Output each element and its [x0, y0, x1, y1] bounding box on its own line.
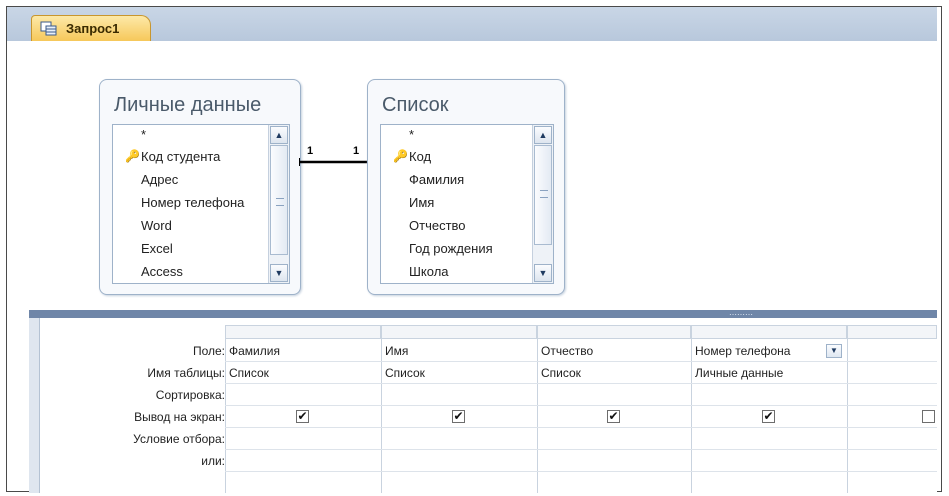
- scroll-thumb[interactable]: [270, 145, 288, 255]
- table-design-area: Личные данные * 🔑 Код студента Адрес Ном…: [7, 41, 937, 311]
- grid-column-divider: [847, 339, 848, 493]
- field-cell[interactable]: Номер телефона: [695, 344, 790, 358]
- primary-key-icon: 🔑: [393, 149, 408, 163]
- row-label-criteria: Условие отбора:: [133, 432, 225, 446]
- field-list-scrollbar[interactable]: ▲ ▼: [532, 125, 553, 283]
- column-selector[interactable]: [225, 325, 381, 339]
- field-item[interactable]: Access: [141, 264, 183, 279]
- scroll-up-icon[interactable]: ▲: [270, 126, 288, 144]
- table-cell[interactable]: Список: [385, 366, 425, 380]
- field-cell[interactable]: Имя: [385, 344, 408, 358]
- column-selector[interactable]: [381, 325, 537, 339]
- field-item[interactable]: Код студента: [141, 149, 220, 164]
- scroll-thumb[interactable]: [534, 145, 552, 245]
- tab-label: Запрос1: [66, 21, 120, 36]
- field-item[interactable]: Excel: [141, 241, 173, 256]
- field-item[interactable]: Имя: [409, 195, 434, 210]
- relationship-one-label: 1: [307, 145, 314, 157]
- field-item[interactable]: Отчество: [409, 218, 466, 233]
- table-box-personal-data[interactable]: Личные данные * 🔑 Код студента Адрес Ном…: [99, 79, 301, 295]
- show-checkbox[interactable]: ✔: [762, 410, 775, 423]
- scroll-up-icon[interactable]: ▲: [534, 126, 552, 144]
- table-cell[interactable]: Список: [229, 366, 269, 380]
- column-selector[interactable]: [537, 325, 691, 339]
- relationship-one-label: 1: [353, 145, 360, 157]
- grid-column-divider: [225, 339, 226, 493]
- relationship-line[interactable]: [299, 157, 369, 167]
- show-checkbox[interactable]: ✔: [452, 410, 465, 423]
- field-list: * 🔑 Код студента Адрес Номер телефона Wo…: [112, 124, 290, 284]
- query-design-grid: Поле: Имя таблицы: Сортировка: Вывод на …: [29, 318, 937, 493]
- tab-query1[interactable]: Запрос1: [31, 15, 151, 41]
- row-label-table: Имя таблицы:: [147, 366, 225, 380]
- table-title: Список: [382, 94, 449, 116]
- document-tab-strip: Запрос1: [7, 7, 937, 42]
- field-list: * 🔑 Код Фамилия Имя Отчество Год рождени…: [380, 124, 554, 284]
- show-checkbox[interactable]: ✔: [296, 410, 309, 423]
- field-item[interactable]: *: [141, 127, 146, 142]
- query-designer-window: Запрос1 Личные данные * 🔑 Код студента А…: [6, 6, 942, 493]
- field-list-scrollbar[interactable]: ▲ ▼: [268, 125, 289, 283]
- pane-splitter[interactable]: ⋯⋯⋯: [29, 310, 937, 319]
- query-icon: [40, 21, 57, 35]
- chevron-down-icon[interactable]: ▼: [826, 344, 842, 358]
- scroll-down-icon[interactable]: ▼: [534, 264, 552, 282]
- field-item[interactable]: Word: [141, 218, 172, 233]
- row-label-show: Вывод на экран:: [134, 410, 225, 424]
- table-title: Личные данные: [114, 94, 262, 116]
- field-item[interactable]: Фамилия: [409, 172, 464, 187]
- show-checkbox[interactable]: [922, 410, 935, 423]
- field-item[interactable]: *: [409, 127, 414, 142]
- field-item[interactable]: Год рождения: [409, 241, 493, 256]
- column-selector[interactable]: [691, 325, 847, 339]
- field-item[interactable]: Номер телефона: [141, 195, 244, 210]
- row-label-sort: Сортировка:: [155, 388, 225, 402]
- row-label-field: Поле:: [192, 344, 225, 358]
- table-box-list[interactable]: Список * 🔑 Код Фамилия Имя Отчество Год …: [367, 79, 565, 295]
- column-selector[interactable]: [847, 325, 937, 339]
- row-label-or: или:: [201, 454, 225, 468]
- field-item[interactable]: Адрес: [141, 172, 178, 187]
- show-checkbox[interactable]: ✔: [607, 410, 620, 423]
- grid-column-divider: [537, 339, 538, 493]
- primary-key-icon: 🔑: [125, 149, 140, 163]
- table-cell[interactable]: Личные данные: [695, 366, 783, 380]
- scroll-down-icon[interactable]: ▼: [270, 264, 288, 282]
- field-item[interactable]: Код: [409, 149, 431, 164]
- grid-column-divider: [381, 339, 382, 493]
- row-selector-strip[interactable]: [29, 318, 40, 493]
- field-item[interactable]: Школа: [409, 264, 449, 279]
- grid-row-labels: Поле: Имя таблицы: Сортировка: Вывод на …: [41, 340, 225, 490]
- grid-column-divider: [691, 339, 692, 493]
- field-cell[interactable]: Фамилия: [229, 344, 280, 358]
- table-cell[interactable]: Список: [541, 366, 581, 380]
- field-cell[interactable]: Отчество: [541, 344, 593, 358]
